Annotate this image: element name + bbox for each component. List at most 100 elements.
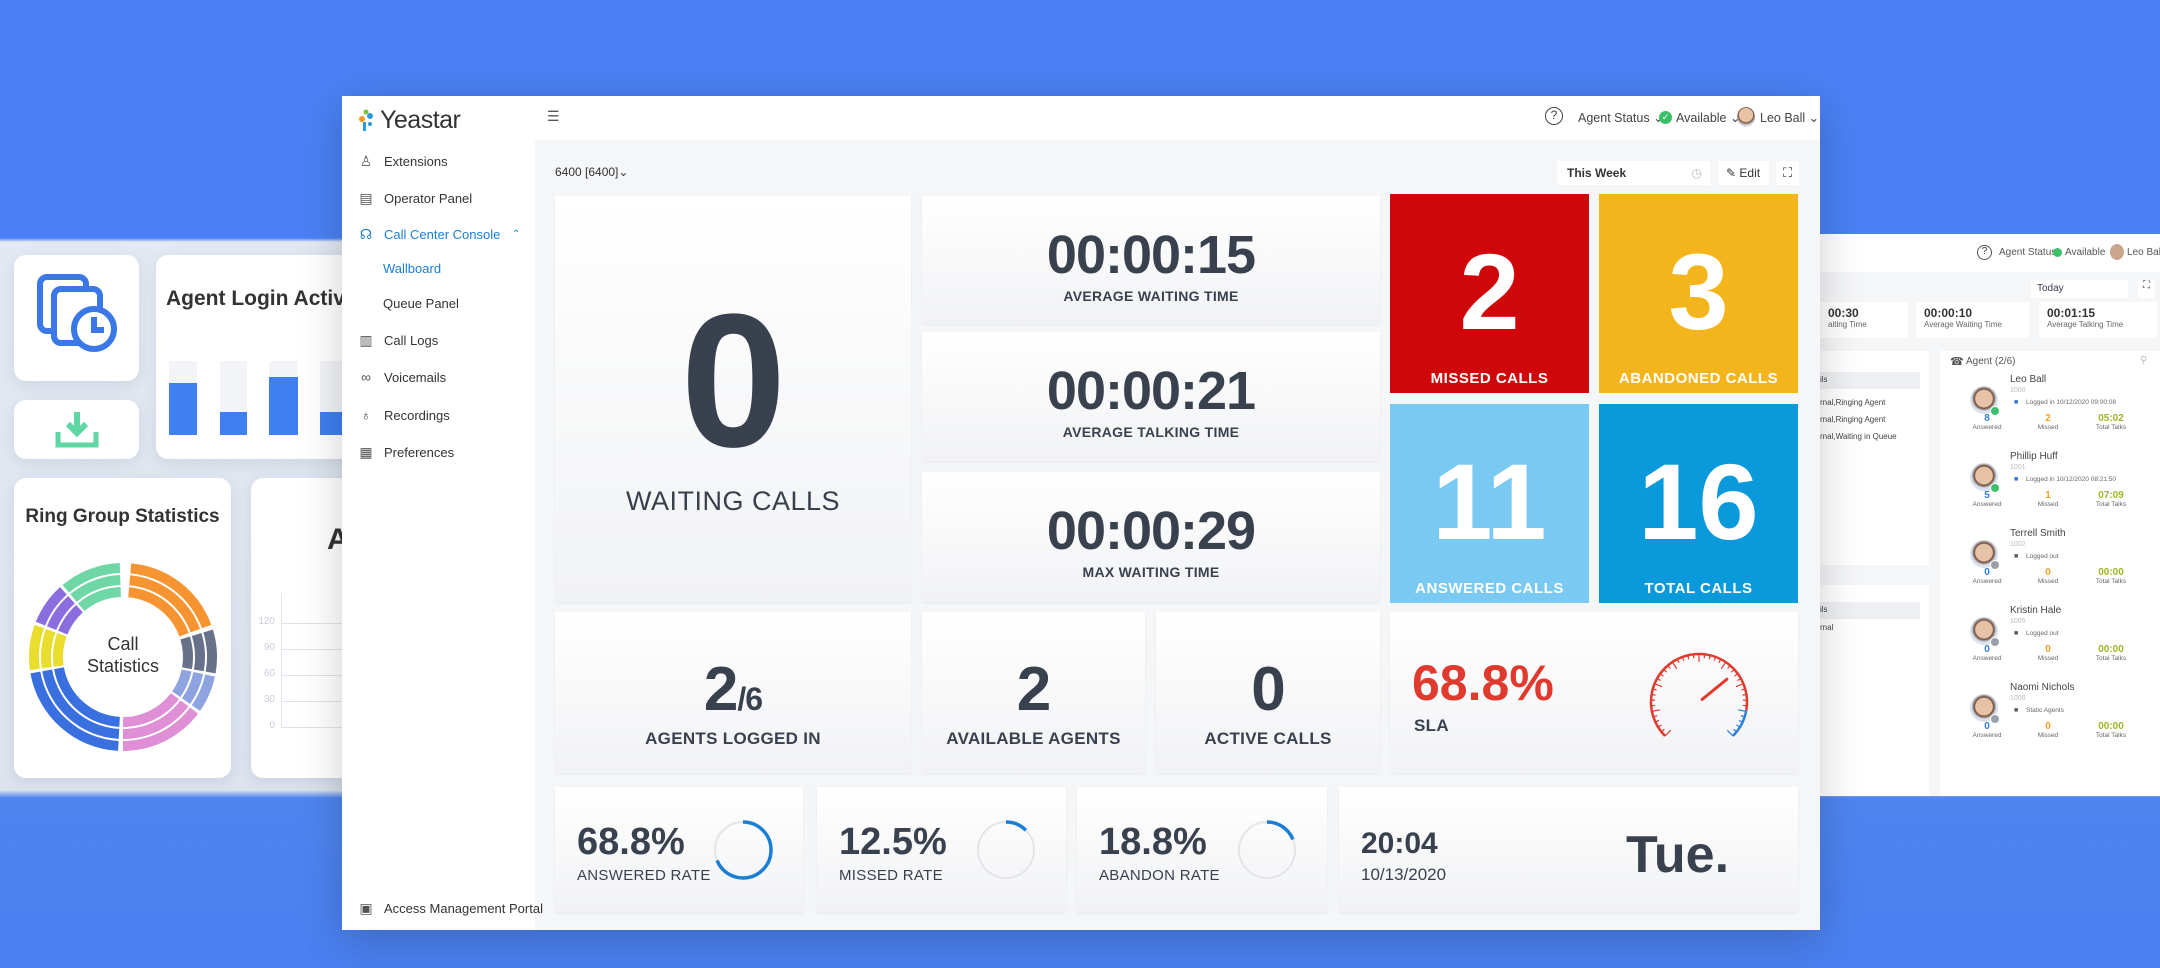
- history-icon: [37, 274, 117, 352]
- sidebar-item[interactable]: ▦ Preferences: [358, 444, 454, 461]
- sidebar-item[interactable]: Wallboard: [383, 261, 441, 276]
- waiting-calls-value: 0: [680, 275, 787, 487]
- period-select[interactable]: Today: [2031, 280, 2128, 298]
- agent-stat-label: Missed: [2037, 578, 2059, 585]
- period-value: This Week: [1567, 166, 1627, 180]
- ring-group-statistics-card: Ring Group Statistics Call Statistics: [14, 478, 231, 778]
- gauge-needle: [1700, 677, 1729, 701]
- sidebar-item[interactable]: ♙ Extensions: [358, 153, 448, 170]
- rate-ring: [976, 820, 1036, 880]
- extensions-icon: ♙: [359, 153, 373, 169]
- active-calls-value: 0: [1251, 655, 1285, 724]
- operator-panel-icon: ▤: [359, 190, 373, 206]
- pencil-icon: ✎: [1726, 166, 1737, 180]
- help-icon[interactable]: ?: [1545, 107, 1563, 125]
- search-icon[interactable]: ⚲: [2140, 355, 2147, 366]
- sidebar-item[interactable]: ☊ Call Center Console ⌃: [358, 226, 521, 243]
- queue-row[interactable]: rnal,Waiting in Queue: [1820, 432, 1897, 441]
- agent-stat-label: Missed: [2037, 655, 2059, 662]
- queue-row[interactable]: ils: [1820, 605, 1828, 614]
- time-stat-tile: 00:00:21 AVERAGE TALKING TIME: [922, 332, 1380, 461]
- axis-tick-label: 120: [258, 616, 275, 627]
- agent-stat-value: 8: [1984, 413, 1990, 424]
- queue-row[interactable]: rnal,Ringing Agent: [1820, 415, 1885, 424]
- fullscreen-icon[interactable]: ⛶: [2138, 280, 2155, 298]
- fullscreen-icon[interactable]: ⛶: [1776, 161, 1799, 185]
- sla-tile: 68.8% SLA: [1390, 612, 1798, 773]
- user-menu[interactable]: Leo Ball: [2127, 247, 2160, 258]
- active-calls-label: ACTIVE CALLS: [1204, 729, 1332, 748]
- agent-stat-answered: 0 Answered: [1957, 722, 2017, 740]
- agent-stat-talks: 07:09 Total Talks: [2081, 491, 2141, 509]
- queue-select[interactable]: 6400 [6400]⌄: [555, 165, 628, 179]
- agent-stat-label: Total Talks: [2095, 732, 2127, 739]
- summary-stat: 00:30 aiting Time: [1820, 302, 1908, 338]
- call-count-value: 16: [1638, 441, 1759, 562]
- queue-row[interactable]: rnal: [1820, 623, 1833, 632]
- sidebar-item-label: Preferences: [384, 445, 455, 460]
- agent-stat-value: 0: [1984, 721, 1990, 732]
- agents-logged-in-tile: 2/6 AGENTS LOGGED IN: [555, 612, 911, 773]
- card-title: Ring Group Statistics: [25, 506, 220, 527]
- agents-logged-label: AGENTS LOGGED IN: [645, 729, 821, 748]
- sidebar-item-access-management-portal[interactable]: ▣ Access Management Portal: [358, 900, 543, 917]
- agent-stat-label: Total Talks: [2095, 501, 2127, 508]
- agent-status-dropdown[interactable]: Agent Status: [1999, 247, 2056, 258]
- agent-stat-value: 2: [2045, 413, 2051, 424]
- microphone-icon: ♁: [360, 407, 372, 423]
- axis-tick-label: 30: [263, 694, 275, 705]
- call-count-tile: 2 MISSED CALLS: [1390, 194, 1589, 393]
- agent-stat-value: 0: [1984, 644, 1990, 655]
- sidebar-item[interactable]: ▥ Call Logs: [358, 332, 438, 349]
- user-name: Leo Ball: [1760, 111, 1806, 125]
- chevron-down-icon: ⌄: [618, 165, 629, 179]
- call-count-label: TOTAL CALLS: [1644, 580, 1753, 597]
- period-select[interactable]: This Week ◷: [1557, 161, 1710, 185]
- donut-center-line: Statistics: [86, 656, 160, 676]
- agent-extension: 1006: [2010, 695, 2026, 702]
- login-bar-track: [320, 361, 342, 435]
- sidebar-item[interactable]: ♁ Recordings: [358, 407, 450, 423]
- sidebar-item[interactable]: ∞ Voicemails: [358, 369, 446, 385]
- rate-label: ABANDON RATE: [1099, 867, 1220, 884]
- waiting-calls-label: WAITING CALLS: [625, 486, 841, 516]
- agent-stat-label: Answered: [1972, 732, 2002, 739]
- call-count-label: MISSED CALLS: [1430, 370, 1549, 387]
- agent-status-dropdown[interactable]: Agent Status ⌄: [1578, 110, 1664, 125]
- rate-ring: [713, 820, 773, 880]
- call-count-label: ANSWERED CALLS: [1415, 580, 1564, 597]
- collapse-menu-icon[interactable]: ☰: [547, 108, 560, 125]
- user-menu[interactable]: Leo Ball ⌄: [1760, 110, 1819, 125]
- sidebar-item-label: Access Management Portal: [384, 901, 543, 916]
- agent-login-status: Logged out: [2026, 553, 2059, 560]
- available-agents-tile: 2 AVAILABLE AGENTS: [922, 612, 1145, 773]
- call-count-value: 3: [1668, 231, 1729, 352]
- availability-dropdown[interactable]: Available ⌄: [1676, 110, 1740, 125]
- agent-stat-talks: 00:00 Total Talks: [2081, 645, 2141, 663]
- call-count-value: 11: [1432, 441, 1547, 562]
- clock-icon: ◷: [1691, 166, 1702, 180]
- login-bar: [320, 412, 342, 435]
- edit-button[interactable]: ✎ Edit: [1718, 161, 1769, 185]
- queue-row[interactable]: ils: [1820, 375, 1828, 384]
- agent-stat-value: 00:00: [2098, 567, 2124, 578]
- sidebar-item[interactable]: ▤ Operator Panel: [358, 190, 472, 207]
- agent-stat-value: 07:09: [2098, 490, 2124, 501]
- card-title: Agent Login Activity: [166, 287, 356, 310]
- availability-label: Available: [1676, 111, 1727, 125]
- voicemail-icon: ∞: [361, 369, 371, 385]
- sidebar-item[interactable]: Queue Panel: [383, 296, 459, 311]
- agent-stat-label: Missed: [2037, 732, 2059, 739]
- help-icon[interactable]: ?: [1977, 245, 1992, 260]
- availability-dropdown[interactable]: Available: [2065, 247, 2105, 258]
- brand-name: Yeastar: [380, 106, 461, 134]
- agent-stat-missed: 0 Missed: [2018, 645, 2078, 663]
- queue-row[interactable]: rnal,Ringing Agent: [1820, 398, 1885, 407]
- agent-extension: 1001: [2010, 464, 2026, 471]
- user-avatar[interactable]: [1737, 107, 1755, 127]
- time-stat-tile: 00:00:15 AVERAGE WAITING TIME: [922, 196, 1380, 324]
- donut-segment: [203, 629, 217, 674]
- avatar[interactable]: [2110, 244, 2124, 260]
- time-stat-value: 00:00:21: [1046, 361, 1256, 421]
- time-stat-value: 00:00:29: [1046, 501, 1256, 561]
